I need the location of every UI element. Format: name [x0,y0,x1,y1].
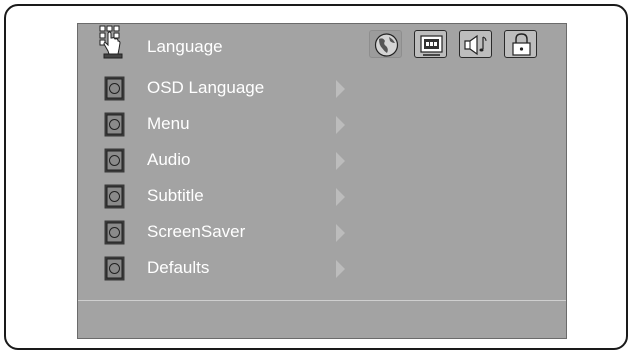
menu-item-label: OSD Language [147,78,265,97]
menu-item-label: Menu [147,114,190,133]
menu-header: Language [78,24,566,64]
hand-pointer-icon [99,25,123,59]
menu-item-label: Audio [147,150,191,169]
tab-video[interactable] [414,30,447,58]
page-title: Language [147,37,223,56]
tab-audio[interactable] [459,30,492,58]
arrow-right-icon [336,260,345,278]
selector-box-icon [104,220,125,245]
menu-item-menu[interactable]: Menu [78,108,378,142]
selector-box-icon [104,76,125,101]
menu-item-osd-language[interactable]: OSD Language [78,72,378,106]
arrow-right-icon [336,116,345,134]
osd-menu-panel: Language OSD Language Menu Audio Subtitl… [77,23,567,339]
arrow-right-icon [336,188,345,206]
tab-lock[interactable] [504,30,537,58]
menu-item-subtitle[interactable]: Subtitle [78,180,378,214]
menu-item-label: Subtitle [147,186,204,205]
tab-language[interactable] [369,30,402,58]
speaker-icon [464,34,487,56]
arrow-right-icon [336,224,345,242]
selector-box-icon [104,148,125,173]
menu-item-defaults[interactable]: Defaults [78,252,378,286]
divider [78,300,566,301]
arrow-right-icon [336,80,345,98]
selector-box-icon [104,184,125,209]
tv-icon [420,35,443,56]
lock-icon [512,33,531,56]
menu-item-label: ScreenSaver [147,222,246,241]
arrow-right-icon [336,152,345,170]
menu-item-label: Defaults [147,258,210,277]
menu-item-audio[interactable]: Audio [78,144,378,178]
selector-box-icon [104,112,125,137]
selector-box-icon [104,256,125,281]
menu-item-screensaver[interactable]: ScreenSaver [78,216,378,250]
globe-icon [374,33,399,57]
